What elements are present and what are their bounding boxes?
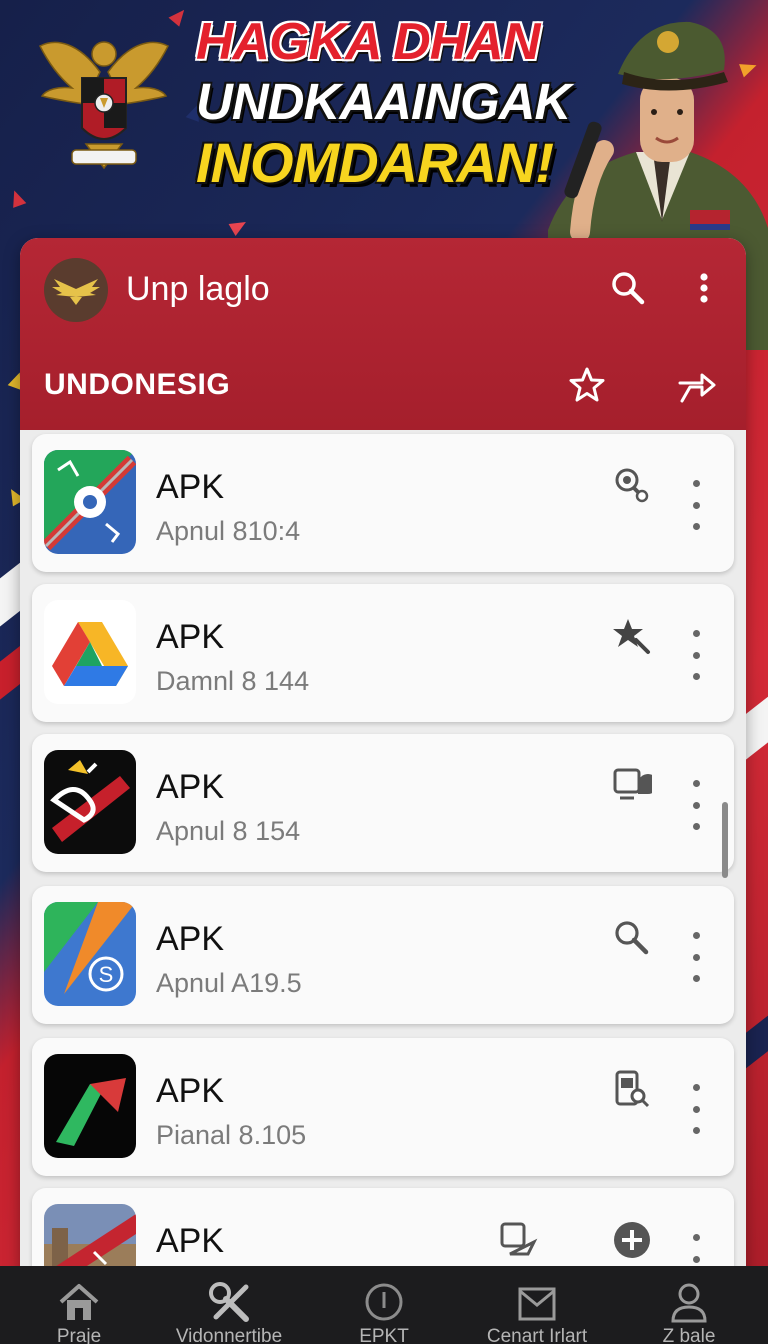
nav-label: Praje [56,1326,102,1344]
nav-label: Cenart Irlart [486,1326,588,1344]
nav-label: Z bale [662,1326,716,1344]
more-vert-icon [700,273,708,303]
app-tile-icon [44,750,136,854]
app-version: Pianal 8.105 [156,1120,307,1150]
search-icon [615,921,649,955]
item-more-button[interactable] [686,780,706,830]
nav-item-tools[interactable]: Vidonnertibe [152,1266,306,1344]
app-name: APK [156,1072,225,1110]
device-icon [613,768,652,800]
item-action-button[interactable] [610,764,654,808]
item-action-button[interactable] [610,614,654,658]
nav-label: Vidonnertibe [175,1326,283,1344]
eagle-wings-icon [52,279,100,305]
app-version: Damnl 8 144 [156,666,310,696]
device-search-icon [615,1070,650,1108]
app-tile-icon [44,450,136,554]
list-item[interactable]: APK Pianal 8.105 [32,1038,734,1176]
app-tile-icon [44,600,136,704]
garuda-emblem [38,41,170,170]
item-more-button[interactable] [686,480,706,530]
confetti [168,5,190,27]
edit-icon [500,1222,538,1256]
headline-line-3: INOMDARAN! [196,131,554,194]
share-icon [678,373,716,403]
section-label: UNDONESIG [44,368,231,401]
item-more-button[interactable] [686,630,706,680]
scrollbar-thumb[interactable] [722,802,728,878]
app-name: APK [156,618,225,656]
app-version: Apnul A19.5 [156,968,302,998]
item-action-button[interactable] [610,1068,654,1112]
star-icon [569,367,605,402]
app-list: APK Apnul 810:4 APK Damnl 8 144 APK Apnu… [20,430,746,1278]
app-title: Unp laglo [126,270,270,308]
list-item[interactable]: APK Apnul 8 154 [32,734,734,872]
user-icon [666,1280,712,1324]
app-bar: Unp laglo UNDONESIG [20,238,746,430]
headline-line-2: UNDKAAINGAK [196,73,571,130]
app-version: Apnul 8 154 [156,816,301,846]
confetti [228,215,250,237]
nav-item-home[interactable]: Praje [2,1266,156,1344]
list-item[interactable]: APK [32,1188,734,1278]
nav-item-info[interactable]: EPKT [307,1266,461,1344]
headline-line-1: HAGKA DHAN [196,13,540,71]
share-button[interactable] [674,364,718,406]
more-options-button[interactable] [692,268,716,308]
mail-icon [514,1280,560,1324]
add-button[interactable] [610,1218,654,1262]
app-version: Apnul 810:4 [156,516,301,546]
tools-icon [206,1280,252,1324]
pin-icon [613,619,650,654]
info-icon [361,1280,407,1324]
settings-search-icon [615,468,649,503]
app-logo [44,258,108,322]
list-item[interactable]: APK Damnl 8 144 [32,584,734,722]
search-icon [612,272,645,305]
item-more-button[interactable] [686,1084,706,1134]
confetti [7,188,27,208]
app-name: APK [156,920,225,958]
item-action-button[interactable] [496,1218,540,1262]
item-action-button[interactable] [610,464,654,508]
search-button[interactable] [608,268,648,308]
app-tile-icon [44,1054,136,1158]
nav-label: EPKT [359,1326,409,1344]
list-item[interactable]: S APK Apnul A19.5 [32,886,734,1024]
bottom-navigation: Praje Vidonnertibe EPKT Cenart Irlart Z … [0,1266,768,1344]
svg-text:S: S [99,962,114,987]
item-more-button[interactable] [686,932,706,982]
item-action-button[interactable] [610,916,654,960]
app-tile-icon: S [44,902,136,1006]
nav-item-mail[interactable]: Cenart Irlart [460,1266,614,1344]
banner-headline: HAGKA DHAN UNDKAAINGAK INOMDARAN! [196,16,596,191]
add-circle-icon [614,1222,650,1258]
favorite-button[interactable] [566,364,608,406]
app-name: APK [156,768,225,806]
home-icon [56,1280,102,1324]
nav-item-profile[interactable]: Z bale [612,1266,766,1344]
app-name: APK [156,468,225,506]
app-name: APK [156,1222,225,1260]
app-window: Unp laglo UNDONESIG APK Apnul 810:4 APK … [20,238,746,1278]
list-item[interactable]: APK Apnul 810:4 [32,434,734,572]
